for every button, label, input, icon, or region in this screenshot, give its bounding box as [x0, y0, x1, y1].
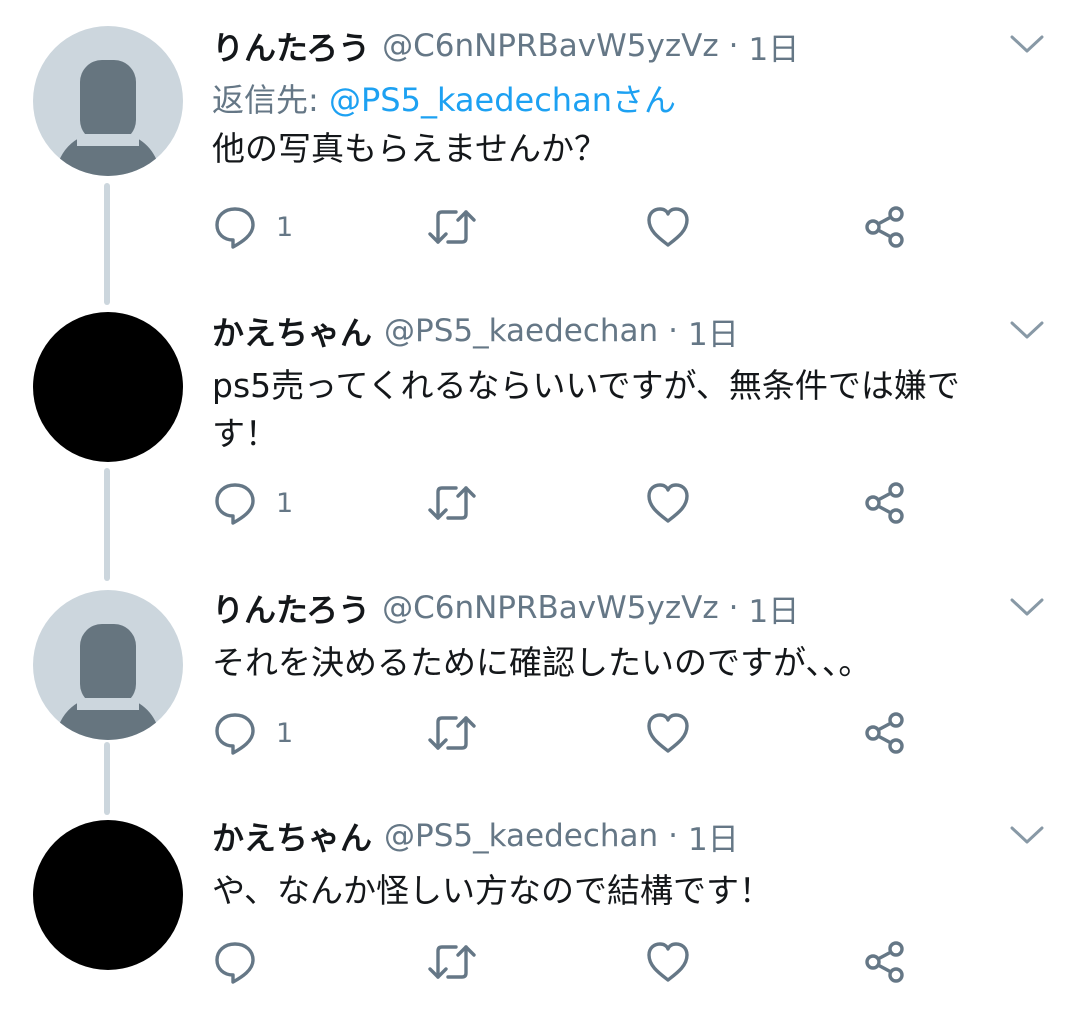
tweet-header: かえちゃん @PS5_kaedechan · 1日 — [212, 813, 1012, 859]
separator-dot: · — [668, 818, 679, 854]
tweet-menu-button[interactable] — [1008, 32, 1046, 56]
share-button[interactable] — [862, 478, 908, 528]
avatar[interactable] — [33, 26, 183, 176]
retweet-icon — [428, 210, 476, 244]
retweet-button[interactable] — [427, 478, 477, 528]
share-button[interactable] — [862, 202, 908, 252]
retweet-icon — [428, 716, 476, 750]
thread-connector — [104, 742, 110, 815]
thread-connector — [104, 183, 110, 305]
tweet-text: それを決めるために確認したいのですが、、。 — [212, 643, 872, 682]
like-button[interactable] — [645, 708, 691, 758]
reply-icon — [215, 942, 255, 984]
chevron-down-icon — [1010, 598, 1044, 616]
avatar[interactable] — [33, 590, 183, 740]
heart-icon — [647, 483, 689, 523]
share-icon — [865, 712, 904, 754]
display-name[interactable]: かえちゃん — [212, 308, 372, 354]
display-name[interactable]: かえちゃん — [212, 813, 372, 859]
reply-icon — [215, 483, 255, 525]
tweet-thread: りんたろう @C6nNPRBavW5yzVz · 1日 返信先: @PS5_ka… — [0, 0, 1080, 1010]
tweet-actions: 1 — [212, 202, 932, 252]
reply-count: 1 — [276, 487, 294, 519]
like-button[interactable] — [645, 478, 691, 528]
display-name[interactable]: りんたろう — [212, 23, 370, 69]
tweet-header: りんたろう @C6nNPRBavW5yzVz · 1日 — [212, 23, 1012, 69]
reply-count: 1 — [276, 717, 294, 749]
tweet-text: ps5売ってくれるならいいですが、無条件では嫌です！ — [212, 366, 960, 453]
chevron-down-icon — [1010, 321, 1044, 339]
tweet-text: や、なんか怪しい方なので結構です！ — [212, 871, 773, 910]
tweet-menu-button[interactable] — [1008, 318, 1046, 342]
tweet-text: 他の写真もらえませんか？ — [212, 129, 608, 168]
timestamp[interactable]: 1日 — [688, 309, 739, 354]
timestamp[interactable]: 1日 — [688, 814, 739, 859]
chevron-down-icon — [1010, 826, 1044, 844]
share-button[interactable] — [862, 708, 908, 758]
user-handle[interactable]: @C6nNPRBavW5yzVz — [382, 590, 719, 626]
reply-count: 1 — [276, 211, 294, 243]
reply-button[interactable]: 1 — [212, 708, 293, 758]
timestamp[interactable]: 1日 — [748, 24, 799, 69]
tweet-menu-button[interactable] — [1008, 595, 1046, 619]
tweet-actions: 1 — [212, 478, 932, 528]
share-icon — [865, 482, 904, 524]
reply-icon — [215, 713, 255, 755]
retweet-button[interactable] — [427, 202, 477, 252]
separator-dot: · — [728, 28, 739, 64]
retweet-button[interactable] — [427, 708, 477, 758]
avatar[interactable] — [33, 820, 183, 970]
reply-to-mention[interactable]: @PS5_kaedechanさん — [329, 81, 676, 119]
retweet-button[interactable] — [427, 937, 477, 987]
share-icon — [865, 941, 904, 983]
retweet-icon — [428, 945, 476, 979]
reply-to-label: 返信先: — [212, 81, 329, 119]
user-handle[interactable]: @PS5_kaedechan — [384, 313, 658, 349]
default-profile-icon — [55, 624, 161, 740]
heart-icon — [647, 713, 689, 753]
reply-button[interactable] — [212, 937, 276, 987]
like-button[interactable] — [645, 937, 691, 987]
reply-button[interactable]: 1 — [212, 478, 293, 528]
reply-to-line: 返信先: @PS5_kaedechanさん — [212, 75, 1012, 119]
chevron-down-icon — [1010, 35, 1044, 53]
share-icon — [865, 206, 904, 248]
share-button[interactable] — [862, 937, 908, 987]
like-button[interactable] — [645, 202, 691, 252]
tweet-actions: 1 — [212, 708, 932, 758]
display-name[interactable]: りんたろう — [212, 585, 370, 631]
user-handle[interactable]: @PS5_kaedechan — [384, 818, 658, 854]
separator-dot: · — [668, 313, 679, 349]
tweet-menu-button[interactable] — [1008, 823, 1046, 847]
tweet-header: かえちゃん @PS5_kaedechan · 1日 — [212, 308, 1012, 354]
separator-dot: · — [728, 590, 739, 626]
tweet-header: りんたろう @C6nNPRBavW5yzVz · 1日 — [212, 585, 1012, 631]
timestamp[interactable]: 1日 — [748, 586, 799, 631]
heart-icon — [647, 942, 689, 982]
retweet-icon — [428, 486, 476, 520]
tweet-actions — [212, 937, 932, 987]
user-handle[interactable]: @C6nNPRBavW5yzVz — [382, 28, 719, 64]
thread-connector — [104, 468, 110, 581]
avatar[interactable] — [33, 312, 183, 462]
reply-icon — [215, 207, 255, 249]
heart-icon — [647, 207, 689, 247]
default-profile-icon — [55, 60, 161, 176]
reply-button[interactable]: 1 — [212, 202, 293, 252]
